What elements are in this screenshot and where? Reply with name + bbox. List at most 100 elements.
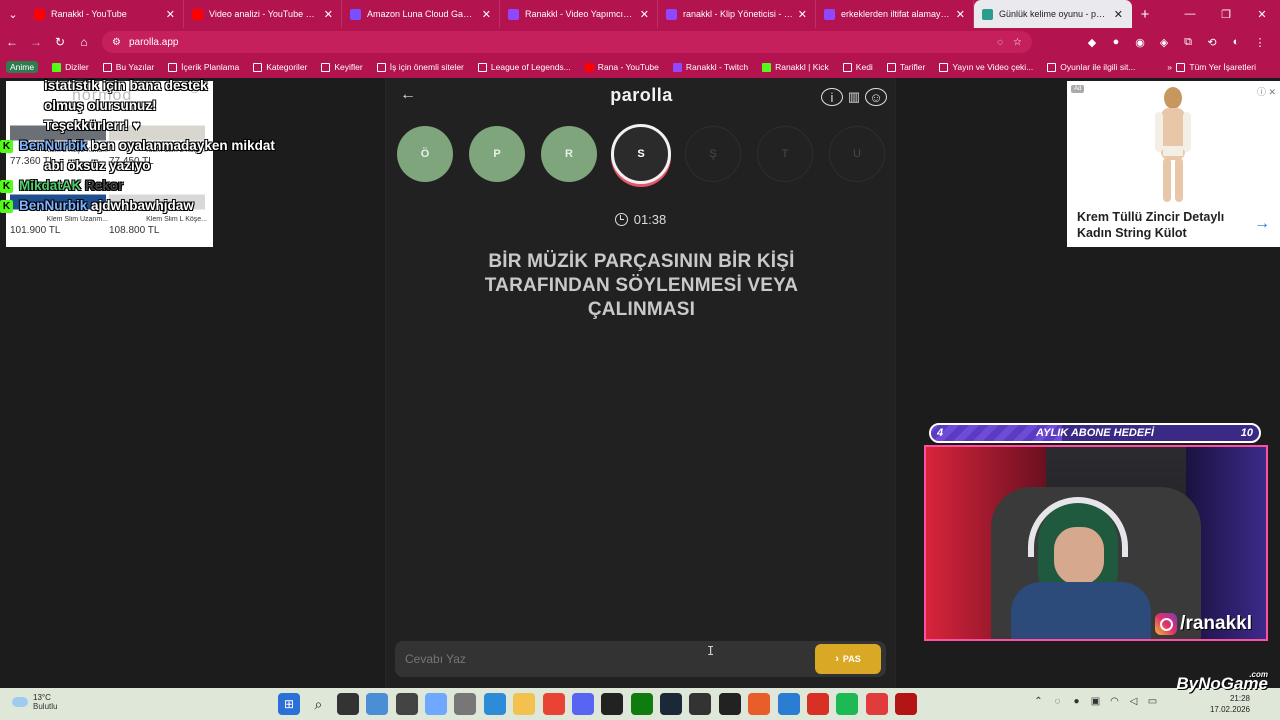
wifi-icon[interactable]: ◠: [1105, 696, 1124, 707]
system-clock[interactable]: 21:28 17.02.2026: [1210, 693, 1250, 715]
stats-icon[interactable]: ▥: [843, 88, 865, 106]
bookmark-item[interactable]: Rana - YouTube: [584, 61, 659, 73]
ad-close-icon[interactable]: ⓘ ✕: [1257, 85, 1276, 98]
weather-widget[interactable]: 13°C Bulutlu: [12, 693, 57, 711]
bookmark-label: Kategoriler: [266, 62, 308, 72]
tray-icon[interactable]: ●: [1067, 696, 1086, 707]
task-view-icon[interactable]: [336, 693, 359, 715]
close-tab-icon[interactable]: ✕: [640, 8, 649, 21]
browser-tab[interactable]: ranakkl - Klip Yöneticisi - Twitch ✕: [658, 0, 816, 28]
bookmark-label: Kedi: [855, 62, 873, 72]
close-tab-icon[interactable]: ✕: [166, 8, 175, 21]
discord-icon[interactable]: [571, 693, 594, 715]
extensions-puzzle-icon[interactable]: ⧉: [1176, 28, 1200, 56]
tray-icon[interactable]: ▣: [1086, 696, 1105, 707]
app-icon-2[interactable]: [395, 693, 418, 715]
pass-button[interactable]: › PAS: [815, 644, 881, 674]
history-icon[interactable]: ⟲: [1200, 28, 1224, 56]
bookmark-item[interactable]: İçerik Planlama: [168, 61, 239, 73]
tray-icon[interactable]: ◌: [1048, 696, 1067, 707]
xbox-icon[interactable]: [630, 693, 653, 715]
close-tab-icon[interactable]: ✕: [956, 8, 965, 21]
profile-icon[interactable]: ☺: [865, 88, 887, 106]
arrow-right-icon[interactable]: →: [1254, 215, 1270, 233]
close-tab-icon[interactable]: ✕: [1114, 8, 1123, 21]
browser-tab[interactable]: Ranakkl - Video Yapımcısı - Twitch ✕: [500, 0, 658, 28]
bookmark-item[interactable]: Tarifler: [886, 61, 925, 73]
bookmark-item[interactable]: Diziler: [52, 61, 89, 73]
close-tab-icon[interactable]: ✕: [798, 8, 807, 21]
info-icon[interactable]: i: [821, 88, 843, 106]
app-icon-6[interactable]: [807, 693, 830, 715]
home-icon[interactable]: ⌂: [72, 28, 96, 56]
bookmark-item[interactable]: Kedi: [842, 61, 873, 73]
explorer-icon[interactable]: [513, 693, 536, 715]
site-info-icon[interactable]: ⚙: [112, 37, 121, 48]
browser-tab[interactable]: Günlük kelime oyunu - parolla ✕: [974, 0, 1132, 28]
volume-icon[interactable]: ◁: [1124, 696, 1143, 707]
profile-avatar[interactable]: ◐: [1224, 28, 1248, 56]
browser-tab[interactable]: Amazon Luna Cloud Gaming ✕: [342, 0, 500, 28]
extension-icon[interactable]: ●: [1104, 28, 1128, 56]
address-bar[interactable]: ⚙ parolla.app ◌ ☆: [102, 31, 1032, 53]
photos-icon[interactable]: [483, 693, 506, 715]
close-tab-icon[interactable]: ✕: [324, 8, 333, 21]
folder-icon: [102, 62, 112, 72]
extension-icon[interactable]: ◉: [1128, 28, 1152, 56]
bookmark-label: Oyunlar ile ilgili sit...: [1060, 62, 1136, 72]
steam-icon[interactable]: [660, 693, 683, 715]
bookmark-item[interactable]: Ranakkl - Twitch: [672, 61, 748, 73]
bookmarks-overflow-button[interactable]: »: [1167, 62, 1172, 72]
maximize-button[interactable]: ❐: [1208, 0, 1244, 28]
app-icon-7[interactable]: [865, 693, 888, 715]
bookmark-item[interactable]: İş için önemli siteler: [376, 61, 464, 73]
close-tab-icon[interactable]: ✕: [482, 8, 491, 21]
weather-temp: 13°C: [33, 693, 51, 702]
taskbar-apps: ⊞ ⌕: [278, 693, 925, 715]
bookmark-star-icon[interactable]: ☆: [1013, 37, 1022, 48]
bookmark-item[interactable]: Anime: [6, 61, 39, 73]
browser-tab[interactable]: Video analizi - YouTube Studio ✕: [184, 0, 342, 28]
browser-tab[interactable]: erkeklerden iltifat alamayan ranakkl ✕: [816, 0, 974, 28]
bookmark-item[interactable]: Ranakkl | Kick: [762, 61, 829, 73]
app-icon-3[interactable]: [601, 693, 624, 715]
extension-icon[interactable]: ◈: [1152, 28, 1176, 56]
app-icon-8[interactable]: [895, 693, 918, 715]
app-icon-4[interactable]: [748, 693, 771, 715]
bookmark-item[interactable]: Yayın ve Video çeki...: [939, 61, 1033, 73]
back-icon[interactable]: ←: [0, 28, 24, 56]
search-icon[interactable]: ⌕: [307, 693, 329, 715]
app-icon-5[interactable]: [777, 693, 800, 715]
answer-input[interactable]: [405, 649, 805, 669]
menu-kebab-icon[interactable]: ⋮: [1248, 28, 1272, 56]
new-tab-button[interactable]: +: [1132, 6, 1158, 23]
reload-icon[interactable]: ↻: [48, 28, 72, 56]
spotify-icon[interactable]: [836, 693, 859, 715]
copilot-icon[interactable]: [424, 693, 447, 715]
tab-search-button[interactable]: ⌄: [0, 0, 26, 28]
all-bookmarks-link[interactable]: Tüm Yer İşaretleri: [1176, 62, 1256, 72]
eye-off-icon[interactable]: ◌: [997, 37, 1003, 48]
bookmark-item[interactable]: Bu Yazılar: [102, 61, 154, 73]
bookmark-item[interactable]: Oyunlar ile ilgili sit...: [1047, 61, 1135, 73]
close-window-button[interactable]: ✕: [1244, 0, 1280, 28]
bookmark-item[interactable]: League of Legends...: [477, 61, 571, 73]
chevron-up-icon[interactable]: ⌃: [1029, 696, 1048, 707]
chrome-icon[interactable]: [542, 693, 565, 715]
tab-title: ranakkl - Klip Yöneticisi - Twitch: [683, 9, 794, 19]
right-ad-banner[interactable]: Ad ⓘ ✕ Krem Tüllü Zincir Detaylı Kadın S…: [1067, 81, 1280, 247]
app-icon-1[interactable]: [366, 693, 389, 715]
minimize-button[interactable]: —: [1172, 0, 1208, 28]
start-icon[interactable]: ⊞: [278, 693, 300, 715]
settings-icon[interactable]: [454, 693, 477, 715]
browser-tab[interactable]: Ranakkl - YouTube ✕: [26, 0, 184, 28]
folder-icon: [321, 62, 331, 72]
obs-icon[interactable]: [689, 693, 712, 715]
epic-icon[interactable]: [718, 693, 741, 715]
forward-icon[interactable]: →: [24, 28, 48, 56]
extension-icon[interactable]: ◆: [1080, 28, 1104, 56]
bookmark-item[interactable]: Keyifler: [321, 61, 363, 73]
battery-icon[interactable]: ▭: [1143, 696, 1162, 707]
tab-title: Günlük kelime oyunu - parolla: [999, 9, 1110, 19]
bookmark-item[interactable]: Kategoriler: [253, 61, 307, 73]
